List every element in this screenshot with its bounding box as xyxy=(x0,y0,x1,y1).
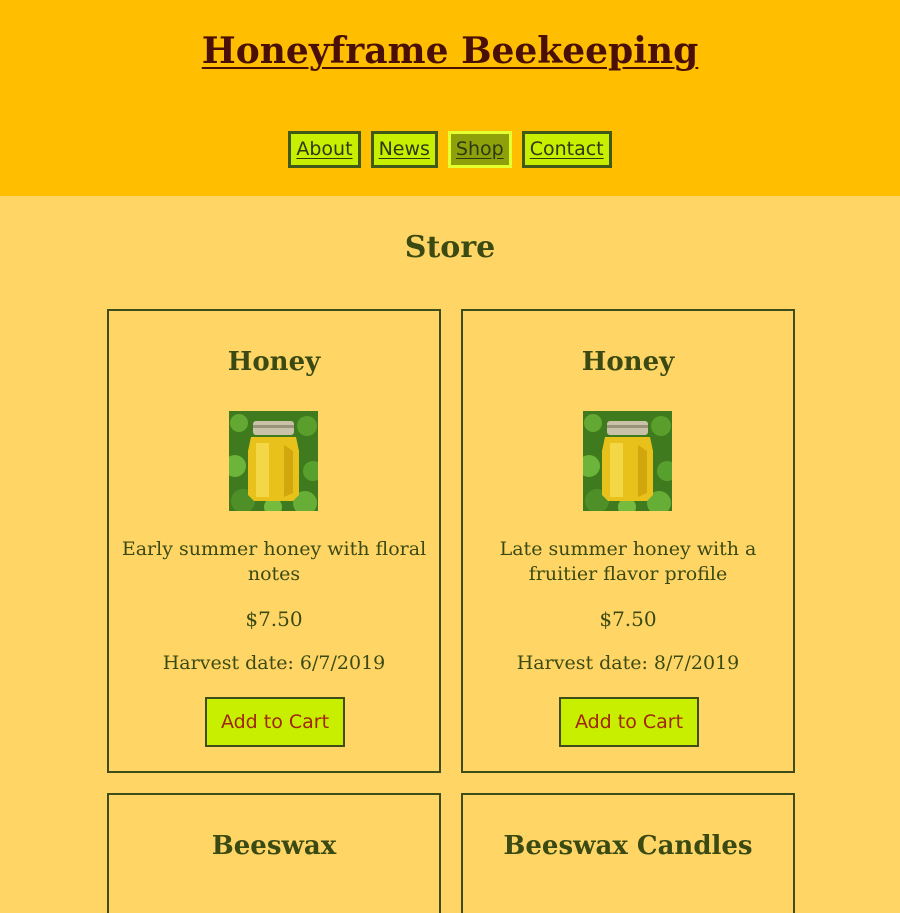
main-nav: About News Shop Contact xyxy=(0,131,900,168)
product-title: Honey xyxy=(227,347,321,377)
nav-about[interactable]: About xyxy=(288,131,361,168)
nav-shop[interactable]: Shop xyxy=(447,131,512,168)
product-title: Honey xyxy=(581,347,675,377)
add-to-cart-button[interactable]: Add to Cart xyxy=(559,697,699,747)
product-price: $7.50 xyxy=(599,607,657,631)
page-title: Store xyxy=(404,230,496,265)
product-description: Early summer honey with floral notes xyxy=(121,538,427,585)
add-to-cart-button[interactable]: Add to Cart xyxy=(205,697,345,747)
product-description: Late summer honey with a fruitier flavor… xyxy=(499,538,757,585)
product-card: Beeswax xyxy=(107,793,441,913)
product-card: Honey Early summer honey with floral not… xyxy=(107,309,441,773)
site-header: Honeyframe Beekeeping About News Shop Conta… xyxy=(0,0,900,196)
product-title: Beeswax xyxy=(211,831,337,861)
product-card: Honey Late summer honey with a fruitier … xyxy=(461,309,795,773)
product-card: Beeswax Candles xyxy=(461,793,795,913)
honey-jar-icon xyxy=(229,411,318,511)
product-price: $7.50 xyxy=(245,607,303,631)
honey-jar-icon xyxy=(583,411,672,511)
harvest-date: Harvest date: 8/7/2019 xyxy=(516,652,740,674)
site-title-link[interactable]: Honeyframe Beekeeping xyxy=(0,30,900,72)
nav-contact[interactable]: Contact xyxy=(521,131,612,168)
harvest-date: Harvest date: 6/7/2019 xyxy=(162,652,386,674)
nav-news[interactable]: News xyxy=(370,131,438,168)
product-title: Beeswax Candles xyxy=(503,831,753,861)
